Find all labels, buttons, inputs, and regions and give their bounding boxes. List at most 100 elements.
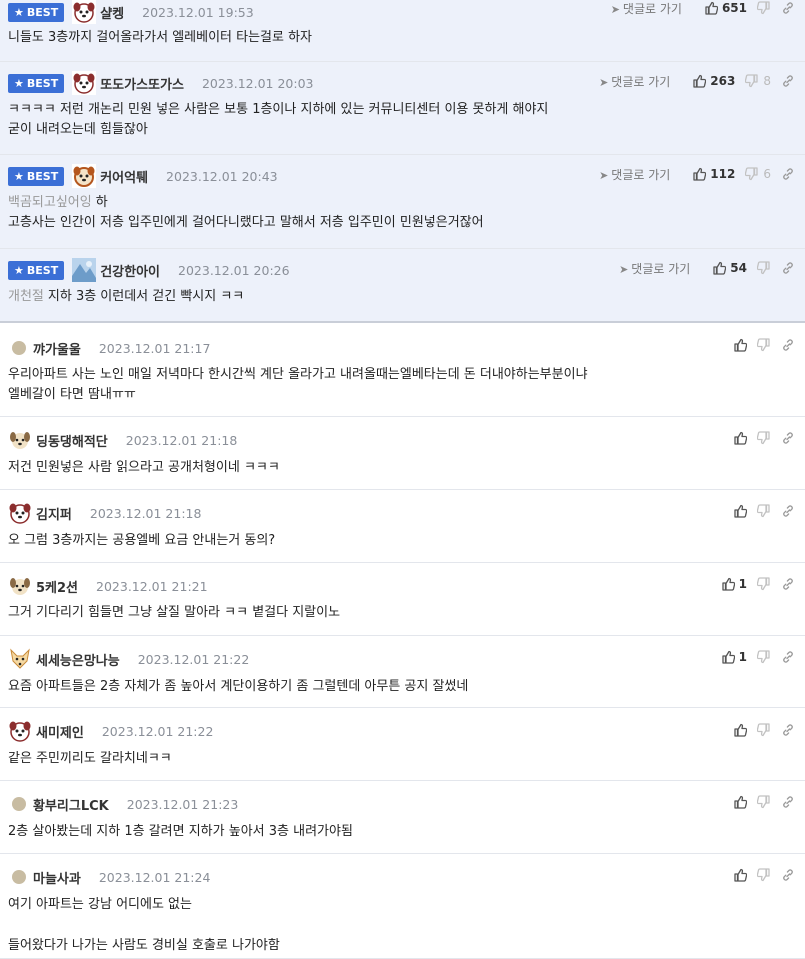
author-nickname[interactable]: 황부리그LCK — [33, 795, 109, 814]
like-count: 112 — [710, 167, 736, 181]
copy-link-button[interactable] — [781, 167, 795, 181]
link-icon — [781, 74, 795, 88]
like-button[interactable] — [733, 338, 747, 352]
puppy-avatar-icon[interactable] — [8, 574, 32, 598]
blue-pattern-avatar-icon[interactable] — [72, 258, 97, 282]
comment-timestamp: 2023.12.01 20:26 — [178, 262, 290, 278]
author-nickname[interactable]: 딩동댕해적단 — [36, 431, 108, 450]
copy-link-button[interactable] — [781, 74, 795, 88]
comment-text: 2층 살아봤는데 지하 1층 갈려면 지하가 높아서 3층 내려가야됨 — [8, 822, 785, 842]
dislike-button[interactable] — [757, 795, 771, 809]
like-count: 54 — [730, 261, 747, 275]
dislike-button[interactable] — [757, 504, 771, 518]
comment-line: 2층 살아봤는데 지하 1층 갈려면 지하가 높아서 3층 내려가야됨 — [8, 824, 353, 839]
best-comment: ★ BEST 샬켕 2023.12.01 19:53 ➤ 댓글로 가기 651 니들도 3층까… — [0, 0, 805, 62]
dislike-button[interactable] — [757, 261, 771, 275]
dislike-button[interactable] — [757, 650, 771, 664]
go-to-reply-link[interactable]: ➤ 댓글로 가기 — [599, 73, 670, 90]
like-button[interactable] — [733, 868, 747, 882]
author-nickname[interactable]: 5케2션 — [36, 577, 78, 596]
go-to-reply-link[interactable]: ➤ 댓글로 가기 — [619, 260, 690, 277]
like-button[interactable] — [733, 795, 747, 809]
comment-header: 5케2션 2023.12.01 21:21 — [8, 574, 208, 598]
like-button[interactable]: 1 — [721, 577, 747, 591]
copy-link-button[interactable] — [781, 504, 795, 518]
author-nickname[interactable]: 샬켕 — [100, 3, 124, 22]
thumbs-down-icon — [757, 338, 771, 352]
comment-header: ★ BEST 커어억퉤 2023.12.01 20:43 — [8, 164, 278, 188]
dog-face-avatar-icon[interactable] — [8, 501, 32, 525]
link-icon — [781, 1, 795, 15]
comment-line: 저건 민원넣은 사람 읽으라고 공개처형이네 ㅋㅋㅋ — [8, 460, 280, 475]
comment: 꺄가울울 2023.12.01 21:17 우리아파트 사는 노인 매일 저녁마다 … — [0, 323, 805, 417]
go-to-reply-link[interactable]: ➤ 댓글로 가기 — [599, 166, 670, 183]
fox-avatar-icon[interactable] — [8, 647, 32, 671]
comment-text: 같은 주민끼리도 갈라치네ㅋㅋ — [8, 749, 785, 769]
copy-link-button[interactable] — [781, 338, 795, 352]
thumbs-down-icon — [757, 504, 771, 518]
author-nickname[interactable]: 또도가스또가스 — [100, 74, 184, 93]
like-button[interactable]: 54 — [712, 261, 747, 275]
dog-face-avatar-icon[interactable] — [72, 71, 97, 95]
like-count: 1 — [738, 650, 747, 664]
author-nickname[interactable]: 커어억퉤 — [100, 167, 148, 186]
copy-link-button[interactable] — [781, 723, 795, 737]
comment-header: 세세능은망나능 2023.12.01 21:22 — [8, 647, 249, 671]
best-comment: ★ BEST 또도가스또가스 2023.12.01 20:03 ➤ 댓글로 가기 263 8 ㅋ… — [0, 62, 805, 155]
comment-line: 개천절 지하 3층 이런데서 걷긴 빡시지 ㅋㅋ — [8, 287, 785, 307]
mentioned-user[interactable]: 개천절 — [8, 289, 44, 304]
author-nickname[interactable]: 김지퍼 — [36, 504, 72, 523]
mentioned-user[interactable]: 백곰되고싶어잉 — [8, 195, 92, 210]
comment-header: 딩동댕해적단 2023.12.01 21:18 — [8, 428, 237, 452]
comment-actions: ➤ 댓글로 가기 651 — [611, 0, 795, 16]
star-icon: ★ — [14, 263, 24, 277]
author-nickname[interactable]: 새미제인 — [36, 722, 84, 741]
comment-line: 굳이 내려오는데 힘들잖아 — [8, 122, 148, 137]
dislike-button[interactable] — [757, 868, 771, 882]
copy-link-button[interactable] — [781, 577, 795, 591]
copy-link-button[interactable] — [781, 431, 795, 445]
comment: 5케2션 2023.12.01 21:21 1 그거 기다리기 힘들면 그냥 살질 말… — [0, 563, 805, 636]
copy-link-button[interactable] — [781, 795, 795, 809]
author-nickname[interactable]: 마늘사과 — [33, 868, 81, 887]
thumbs-up-icon — [733, 795, 747, 809]
comment-text: ㅋㅋㅋㅋ 저런 개논리 민원 넣은 사람은 보통 1층이나 지하에 있는 커뮤니… — [8, 100, 785, 140]
copy-link-button[interactable] — [781, 1, 795, 15]
like-button[interactable] — [733, 431, 747, 445]
comment: 세세능은망나능 2023.12.01 21:22 1 요즘 아파트들은 2층 자체가 … — [0, 636, 805, 708]
author-nickname[interactable]: 세세능은망나능 — [36, 650, 120, 669]
author-nickname[interactable]: 꺄가울울 — [33, 339, 81, 358]
best-label: BEST — [26, 76, 59, 90]
dog-face-brown-avatar-icon[interactable] — [72, 164, 97, 188]
dislike-button[interactable] — [757, 431, 771, 445]
comment-timestamp: 2023.12.01 20:43 — [166, 168, 278, 184]
author-nickname[interactable]: 건강한아이 — [100, 261, 160, 280]
like-button[interactable]: 651 — [704, 1, 747, 15]
comment-timestamp: 2023.12.01 19:53 — [142, 4, 254, 20]
go-to-reply-link[interactable]: ➤ 댓글로 가기 — [611, 0, 682, 17]
dislike-button[interactable] — [757, 577, 771, 591]
like-button[interactable]: 263 — [692, 74, 735, 88]
dislike-button[interactable] — [757, 338, 771, 352]
comment-line: 고층사는 인간이 저층 입주민에게 걸어다니랬다고 말해서 저층 입주민이 민원… — [8, 215, 484, 230]
copy-link-button[interactable] — [781, 261, 795, 275]
puppy-avatar-icon[interactable] — [8, 428, 32, 452]
dislike-button[interactable]: 8 — [745, 74, 771, 88]
like-button[interactable]: 1 — [721, 650, 747, 664]
like-button[interactable] — [733, 723, 747, 737]
comment-actions — [723, 337, 795, 353]
comment-header: 새미제인 2023.12.01 21:22 — [8, 719, 213, 743]
dog-face-avatar-icon[interactable] — [72, 0, 97, 24]
dog-face-avatar-icon[interactable] — [8, 719, 32, 743]
like-button[interactable]: 112 — [692, 167, 735, 181]
dislike-button[interactable] — [757, 1, 771, 15]
comment-line: 여기 아파트는 강남 어디에도 없는 — [8, 897, 192, 912]
copy-link-button[interactable] — [781, 650, 795, 664]
dislike-button[interactable] — [757, 723, 771, 737]
best-badge: ★ BEST — [8, 166, 65, 186]
dislike-count: 6 — [763, 167, 771, 181]
dislike-button[interactable]: 6 — [745, 167, 771, 181]
copy-link-button[interactable] — [781, 868, 795, 882]
thumbs-up-icon — [712, 261, 727, 275]
like-button[interactable] — [733, 504, 747, 518]
